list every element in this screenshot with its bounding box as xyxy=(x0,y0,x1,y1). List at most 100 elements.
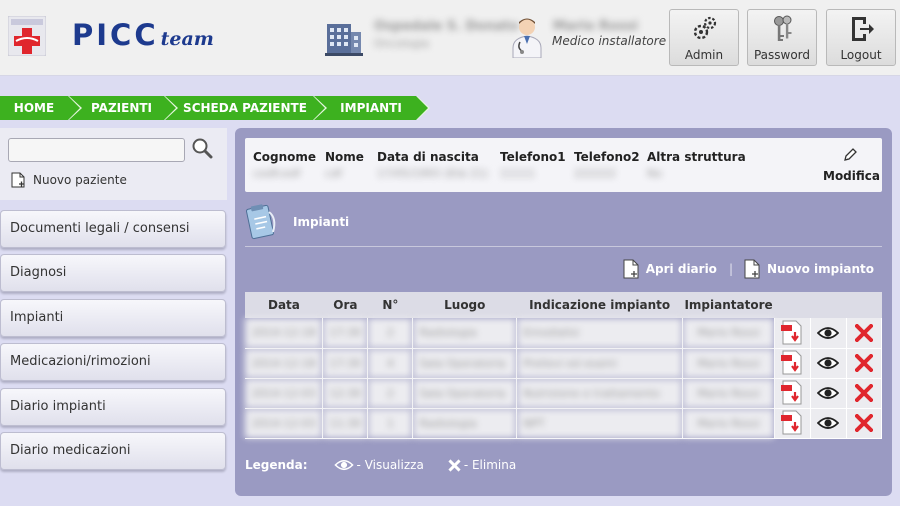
table-row[interactable]: 2014-12-03 11:30 1 Radiologia NPT Mario … xyxy=(245,408,883,439)
column-header-numero[interactable]: N° xyxy=(367,292,413,318)
column-header-ora[interactable]: Ora xyxy=(322,292,368,318)
view-eye-icon[interactable] xyxy=(810,378,847,409)
patient-label-cognome: Cognome xyxy=(253,150,317,164)
patient-label-nome: Nome xyxy=(325,150,364,164)
new-document-icon xyxy=(11,172,25,188)
cell-ora: 17:30 xyxy=(322,348,369,379)
pdf-download-icon[interactable] xyxy=(774,378,811,409)
implants-table: Data Ora N° Luogo Indicazione impianto I… xyxy=(245,292,883,439)
pdf-download-icon[interactable] xyxy=(774,318,811,349)
delete-x-icon[interactable] xyxy=(846,378,883,409)
patient-value-telefono1: 11111 xyxy=(500,167,535,180)
new-implant-label: Nuovo impianto xyxy=(766,262,874,276)
cell-impiantatore: Mario Rossi xyxy=(682,408,776,439)
new-patient-link[interactable]: Nuovo paziente xyxy=(11,172,127,188)
pdf-download-icon[interactable] xyxy=(774,348,811,379)
cell-impiantatore: Mario Rossi xyxy=(682,318,776,349)
sidebar-item-medicazioni-rimozioni[interactable]: Medicazioni/rimozioni xyxy=(0,343,226,381)
section-divider xyxy=(245,246,882,247)
sidebar-item-impianti[interactable]: Impianti xyxy=(0,299,226,337)
patient-label-altra-struttura: Altra struttura xyxy=(647,150,746,164)
sidebar-item-diario-impianti[interactable]: Diario impianti xyxy=(0,388,226,426)
new-patient-label: Nuovo paziente xyxy=(33,173,127,187)
table-row[interactable]: 2014-12-18 17:30 4 Sala Operatoria Preli… xyxy=(245,348,883,379)
facility-department: Oncologia xyxy=(374,37,429,50)
patient-summary-card: Cognome Nome Data di nascita Telefono1 T… xyxy=(245,138,882,192)
eye-icon xyxy=(333,459,354,471)
doctor-avatar-icon xyxy=(512,18,542,58)
cell-ora: 12:30 xyxy=(322,378,369,409)
facility-name: Ospedale S. Donato xyxy=(374,19,519,34)
legend-title: Legenda: xyxy=(245,458,308,472)
cell-ora: 17:30 xyxy=(322,318,369,349)
implant-actions: Apri diario | Nuovo impianto xyxy=(623,259,874,279)
patient-value-cognome: cedfcedf xyxy=(253,167,301,180)
cell-impiantatore: Mario Rossi xyxy=(682,378,776,409)
view-eye-icon[interactable] xyxy=(810,348,847,379)
building-icon xyxy=(325,24,363,56)
password-button[interactable]: Password xyxy=(747,9,817,66)
breadcrumb-home[interactable]: HOME xyxy=(0,96,82,120)
legend-delete: - Elimina xyxy=(448,458,516,472)
user-name: Mario Rossi xyxy=(553,19,638,34)
table-row[interactable]: 2014-12-18 17:30 2 Radiologia Emodialisi… xyxy=(245,318,883,349)
delete-x-icon[interactable] xyxy=(846,408,883,439)
cell-data: 2014-12-03 xyxy=(245,378,324,409)
brand-main: PICC xyxy=(72,18,159,52)
edit-patient-button[interactable]: Modifica xyxy=(823,145,880,187)
main-panel: Cognome Nome Data di nascita Telefono1 T… xyxy=(235,128,892,496)
password-label: Password xyxy=(753,48,811,62)
breadcrumb-scheda-paziente[interactable]: SCHEDA PAZIENTE xyxy=(165,96,327,120)
column-header-view xyxy=(810,292,847,318)
column-header-impiantatore[interactable]: Impiantatore xyxy=(682,292,775,318)
open-diary-label: Apri diario xyxy=(645,262,717,276)
delete-x-icon[interactable] xyxy=(846,318,883,349)
new-document-icon xyxy=(623,259,639,279)
search-icon[interactable] xyxy=(191,137,213,159)
logout-label: Logout xyxy=(840,48,882,62)
legend-view-label: - Visualizza xyxy=(356,458,424,472)
column-header-indicazione[interactable]: Indicazione impianto xyxy=(516,292,683,318)
cell-data: 2014-12-18 xyxy=(245,318,324,349)
cell-numero: 4 xyxy=(367,348,414,379)
gears-icon xyxy=(693,16,717,40)
legend-delete-label: - Elimina xyxy=(463,458,517,472)
breadcrumb-pazienti[interactable]: PAZIENTI xyxy=(69,96,178,120)
logout-button[interactable]: Logout xyxy=(826,9,896,66)
cell-luogo: Sala Operatoria xyxy=(412,378,518,409)
patient-label-telefono2: Telefono2 xyxy=(574,150,640,164)
cell-indicazione: Prelievi ed esami xyxy=(516,348,684,379)
column-header-delete xyxy=(846,292,882,318)
brand-sub: team xyxy=(160,28,214,50)
patient-label-data-nascita: Data di nascita xyxy=(377,150,479,164)
view-eye-icon[interactable] xyxy=(810,318,847,349)
sidebar-item-documenti-legali[interactable]: Documenti legali / consensi xyxy=(0,210,226,248)
sidebar-item-diario-medicazioni[interactable]: Diario medicazioni xyxy=(0,432,226,470)
cell-numero: 2 xyxy=(367,378,414,409)
x-icon xyxy=(448,458,461,472)
cell-indicazione: Nutrizione e trattamento xyxy=(516,378,684,409)
column-header-luogo[interactable]: Luogo xyxy=(412,292,517,318)
table-row[interactable]: 2014-12-03 12:30 2 Sala Operatoria Nutri… xyxy=(245,378,883,409)
cell-data: 2014-12-03 xyxy=(245,408,324,439)
sidebar-item-diagnosi[interactable]: Diagnosi xyxy=(0,254,226,292)
search-panel: Nuovo paziente xyxy=(0,128,227,200)
new-implant-link[interactable]: Nuovo impianto xyxy=(744,259,874,279)
open-diary-link[interactable]: Apri diario xyxy=(623,259,717,279)
patient-value-telefono2: 222222 xyxy=(574,167,616,180)
pdf-download-icon[interactable] xyxy=(774,408,811,439)
actions-separator: | xyxy=(728,262,733,276)
search-input[interactable] xyxy=(8,138,185,162)
delete-x-icon[interactable] xyxy=(846,348,883,379)
view-eye-icon[interactable] xyxy=(810,408,847,439)
breadcrumb-impianti[interactable]: IMPIANTI xyxy=(314,96,430,120)
hospital-cross-logo-icon xyxy=(8,16,46,56)
brand-logo: PICC team xyxy=(72,18,214,54)
cell-indicazione: NPT xyxy=(516,408,684,439)
keys-icon xyxy=(774,15,792,41)
cell-data: 2014-12-18 xyxy=(245,348,324,379)
column-header-data[interactable]: Data xyxy=(245,292,323,318)
admin-button[interactable]: Admin xyxy=(669,9,739,66)
clipboard-device-icon xyxy=(245,204,276,240)
section-title: Impianti xyxy=(245,202,349,242)
